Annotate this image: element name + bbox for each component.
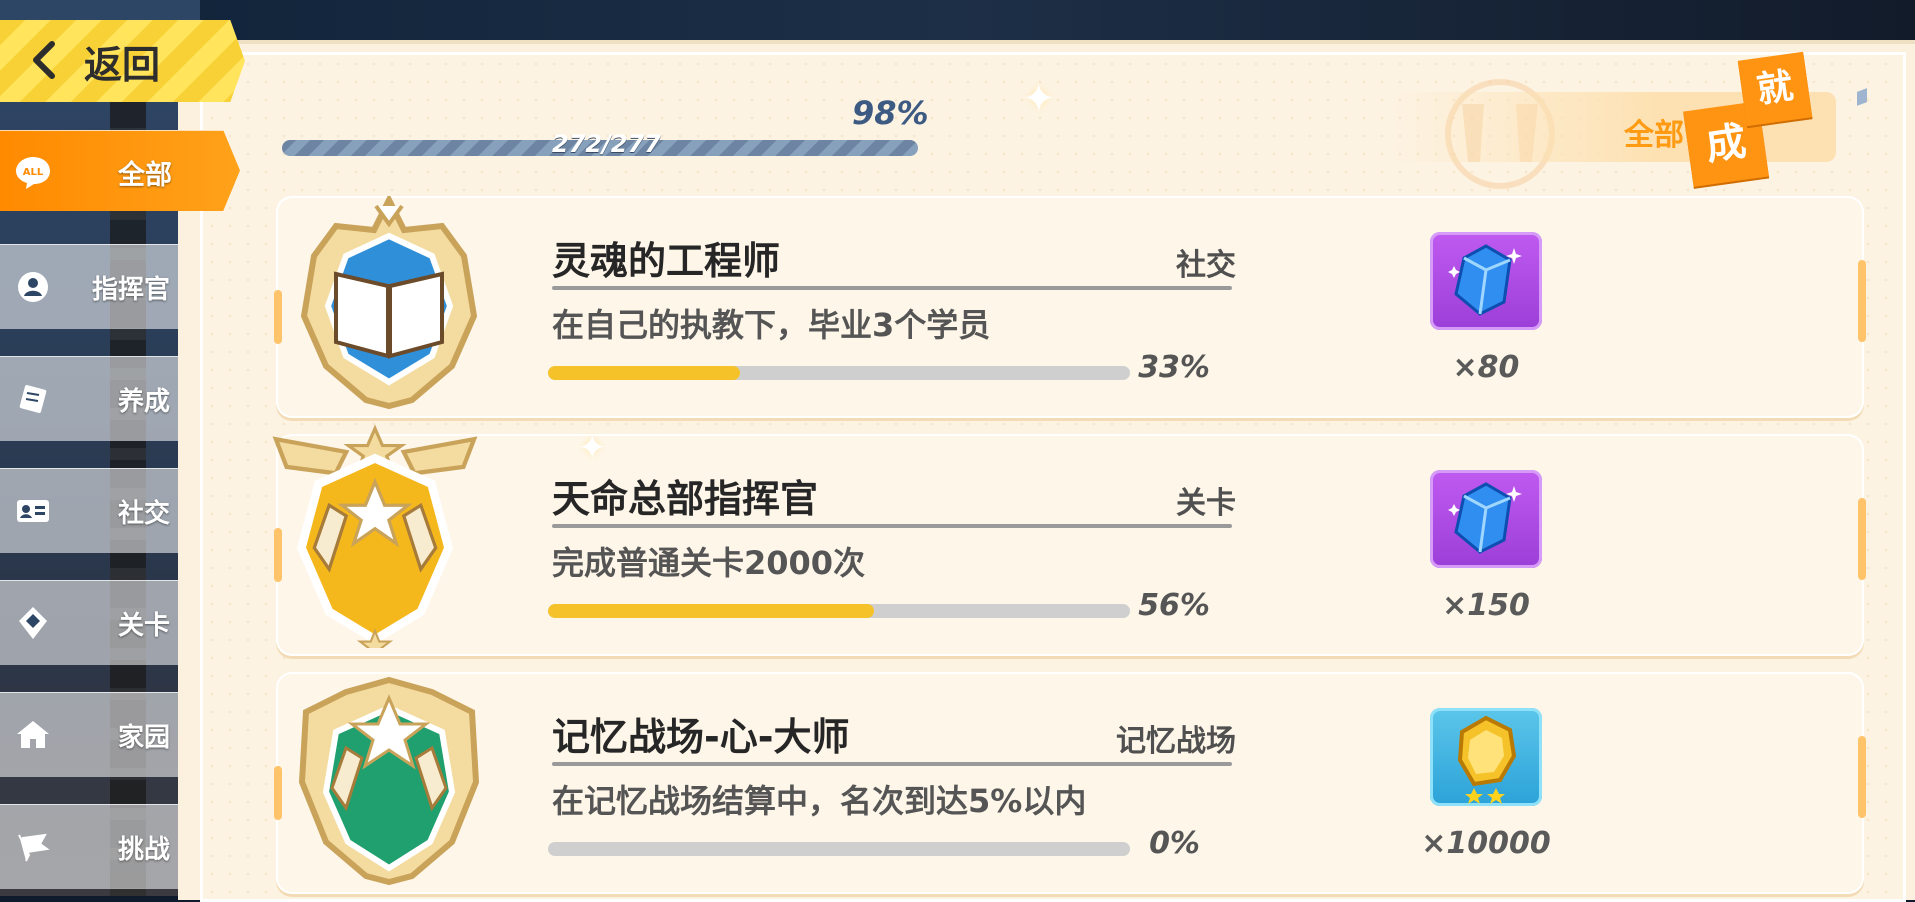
- achievement-title: 记忆战场-心-大师: [552, 715, 850, 759]
- sidebar-item-commander[interactable]: 指挥官: [0, 244, 178, 329]
- achievement-card: 天命总部指挥官 关卡 完成普通关卡2000次 56% ×150: [272, 424, 1866, 656]
- sidebar-item-label: 挑战: [117, 835, 170, 865]
- title-divider: [552, 524, 1232, 528]
- achievement-card: 记忆战场-心-大师 记忆战场 在记忆战场结算中，名次到达5%以内 0% ×100…: [274, 672, 1866, 894]
- book-emblem-icon: [300, 196, 478, 410]
- sidebar-item-home[interactable]: 家园: [0, 692, 178, 777]
- overall-progress-count: 272/277: [552, 130, 661, 158]
- sidebar-item-stage[interactable]: 关卡: [0, 580, 178, 665]
- progress-fill: [548, 604, 874, 618]
- achievement-progress-bar: [548, 604, 1130, 618]
- reward-item[interactable]: [1430, 470, 1542, 568]
- overall-progress-percent: 98%: [852, 94, 929, 132]
- card-icon: [19, 385, 47, 413]
- sparkle-icon: ✦: [578, 428, 607, 468]
- achievement-category: 记忆战场: [1116, 724, 1236, 759]
- achievement-title: 天命总部指挥官: [552, 477, 819, 521]
- gold-coin-icon: [1457, 715, 1517, 804]
- sidebar-item-label: 社交: [117, 499, 170, 529]
- reward-quantity: ×80: [1452, 350, 1520, 385]
- card-edge-right: [1858, 736, 1866, 818]
- sidebar-item-all[interactable]: ALL 全部: [0, 130, 240, 211]
- achievement-category: 社交: [1176, 248, 1236, 283]
- blue-diamond-icon: [1448, 244, 1522, 316]
- sidebar-item-label: 指挥官: [91, 275, 170, 305]
- sidebar-item-label: 全部: [118, 160, 172, 191]
- achievement-progress-percent: 56%: [1138, 588, 1210, 623]
- card-edge-left: [274, 766, 282, 820]
- card-edge-left: [274, 290, 282, 344]
- sparkle-icon: ✦: [1022, 76, 1056, 122]
- achievement-description: 在自己的执教下，毕业3个学员: [552, 306, 991, 344]
- achievement-description: 在记忆战场结算中，名次到达5%以内: [552, 782, 1087, 820]
- achievement-badge-char-2: 就: [1737, 51, 1813, 127]
- filter-label: 全部: [1624, 118, 1684, 153]
- achievement-progress-percent: 0%: [1149, 826, 1200, 861]
- winged-star-emblem-icon: [272, 424, 478, 648]
- achievement-card: 灵魂的工程师 社交 在自己的执教下，毕业3个学员 33% ×80: [274, 196, 1866, 418]
- location-pin-icon: [19, 607, 47, 639]
- achievement-progress-bar: [548, 366, 1130, 380]
- blue-diamond-icon: [1448, 482, 1522, 554]
- back-label: 返回: [84, 43, 161, 87]
- id-card-icon: [17, 500, 49, 522]
- card-edge-right: [1858, 498, 1866, 580]
- green-star-emblem-icon: [298, 676, 480, 886]
- back-button[interactable]: 返回: [0, 20, 245, 102]
- home-icon: [17, 721, 49, 748]
- user-icon: [18, 272, 48, 302]
- flag-icon: [18, 833, 50, 862]
- achievement-progress-bar: [548, 842, 1130, 856]
- reward-item[interactable]: [1430, 232, 1542, 330]
- achievement-progress-percent: 33%: [1138, 350, 1210, 385]
- reward-quantity: ×150: [1442, 588, 1530, 623]
- achievement-description: 完成普通关卡2000次: [552, 544, 866, 582]
- all-badge-text: ALL: [23, 167, 44, 178]
- sidebar-item-label: 家园: [117, 723, 170, 753]
- achievement-title: 灵魂的工程师: [552, 239, 781, 283]
- title-divider: [552, 762, 1232, 766]
- card-edge-right: [1858, 260, 1866, 342]
- reward-quantity: ×10000: [1421, 826, 1551, 861]
- sidebar-item-challenge[interactable]: 挑战: [0, 804, 178, 889]
- progress-fill: [548, 366, 741, 380]
- reward-item[interactable]: [1430, 708, 1542, 806]
- chevron-left-icon: [33, 41, 55, 79]
- all-badge-icon: ALL: [16, 157, 50, 189]
- title-divider: [552, 286, 1232, 290]
- sidebar-item-training[interactable]: 养成: [0, 356, 178, 441]
- sidebar-item-label: 关卡: [117, 611, 170, 641]
- sidebar-item-label: 养成: [117, 387, 170, 417]
- achievement-category: 关卡: [1176, 486, 1236, 521]
- sidebar-item-social[interactable]: 社交: [0, 468, 178, 553]
